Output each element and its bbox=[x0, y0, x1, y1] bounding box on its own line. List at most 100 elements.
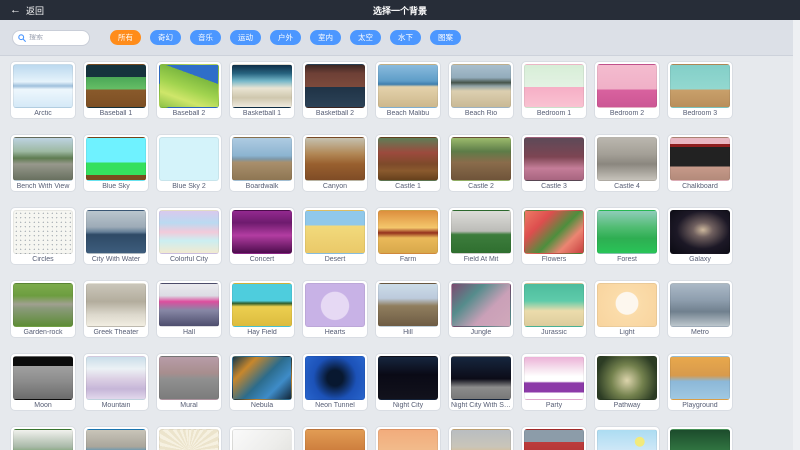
backdrop-grid: ArcticBaseball 1Baseball 2Basketball 1Ba… bbox=[0, 56, 800, 450]
backdrop-item-farm[interactable]: Farm bbox=[375, 207, 441, 265]
backdrop-item-castle-2[interactable]: Castle 2 bbox=[448, 134, 514, 192]
backdrop-item-light[interactable]: Light bbox=[594, 280, 660, 338]
backdrop-item-jurassic[interactable]: Jurassic bbox=[521, 280, 587, 338]
filter-chip-户外[interactable]: 户外 bbox=[270, 30, 301, 46]
backdrop-item-neon-tunnel[interactable]: Neon Tunnel bbox=[302, 353, 368, 411]
backdrop-item-soccer[interactable]: Soccer bbox=[667, 426, 733, 450]
backdrop-item-arctic[interactable]: Arctic bbox=[10, 61, 76, 119]
backdrop-item-bench-with-view[interactable]: Bench With View bbox=[10, 134, 76, 192]
backdrop-item-school[interactable]: School bbox=[521, 426, 587, 450]
backdrop-item-blue-sky[interactable]: Blue Sky bbox=[83, 134, 149, 192]
backdrop-item-flowers[interactable]: Flowers bbox=[521, 207, 587, 265]
backdrop-item-blue-sky-2[interactable]: Blue Sky 2 bbox=[156, 134, 222, 192]
backdrop-item-colorful-city[interactable]: Colorful City bbox=[156, 207, 222, 265]
backdrop-item-room-1[interactable]: Room 1 bbox=[302, 426, 368, 450]
back-button-label: 返回 bbox=[26, 4, 44, 17]
backdrop-item-hearts[interactable]: Hearts bbox=[302, 280, 368, 338]
backdrop-item-night-city-with-street[interactable]: Night City With Street bbox=[448, 353, 514, 411]
filter-chip-太空[interactable]: 太空 bbox=[350, 30, 381, 46]
filter-chip-室内[interactable]: 室内 bbox=[310, 30, 341, 46]
backdrop-name: Moon bbox=[13, 402, 73, 410]
backdrop-thumbnail bbox=[13, 356, 73, 400]
backdrop-thumbnail bbox=[524, 64, 584, 108]
backdrop-item-baseball-1[interactable]: Baseball 1 bbox=[83, 61, 149, 119]
backdrop-item-refrigerator[interactable]: Refrigerator bbox=[229, 426, 295, 450]
backdrop-item-playing-field[interactable]: Playing Field bbox=[10, 426, 76, 450]
search-input[interactable] bbox=[29, 34, 84, 41]
filter-chip-运动[interactable]: 运动 bbox=[230, 30, 261, 46]
backdrop-thumbnail bbox=[670, 283, 730, 327]
filter-chip-奇幻[interactable]: 奇幻 bbox=[150, 30, 181, 46]
backdrop-thumbnail bbox=[305, 137, 365, 181]
search-icon bbox=[18, 34, 26, 42]
backdrop-item-nebula[interactable]: Nebula bbox=[229, 353, 295, 411]
filter-chip-音乐[interactable]: 音乐 bbox=[190, 30, 221, 46]
backdrop-item-playground[interactable]: Playground bbox=[667, 353, 733, 411]
backdrop-item-hall[interactable]: Hall bbox=[156, 280, 222, 338]
backdrop-item-savanna[interactable]: Savanna bbox=[448, 426, 514, 450]
backdrop-item-bedroom-3[interactable]: Bedroom 3 bbox=[667, 61, 733, 119]
search-box[interactable] bbox=[12, 30, 90, 46]
backdrop-thumbnail bbox=[451, 137, 511, 181]
backdrop-thumbnail bbox=[524, 283, 584, 327]
backdrop-item-city-with-water[interactable]: City With Water bbox=[83, 207, 149, 265]
backdrop-item-baseball-2[interactable]: Baseball 2 bbox=[156, 61, 222, 119]
backdrop-thumbnail bbox=[13, 137, 73, 181]
backdrop-item-jungle[interactable]: Jungle bbox=[448, 280, 514, 338]
backdrop-item-rays[interactable]: Rays bbox=[156, 426, 222, 450]
backdrop-item-pathway[interactable]: Pathway bbox=[594, 353, 660, 411]
backdrop-item-desert[interactable]: Desert bbox=[302, 207, 368, 265]
backdrop-item-basketball-1[interactable]: Basketball 1 bbox=[229, 61, 295, 119]
filter-chip-水下[interactable]: 水下 bbox=[390, 30, 421, 46]
backdrop-item-field-at-mit[interactable]: Field At Mit bbox=[448, 207, 514, 265]
backdrop-thumbnail bbox=[378, 64, 438, 108]
backdrop-item-chalkboard[interactable]: Chalkboard bbox=[667, 134, 733, 192]
backdrop-item-moon[interactable]: Moon bbox=[10, 353, 76, 411]
backdrop-item-beach-rio[interactable]: Beach Rio bbox=[448, 61, 514, 119]
backdrop-item-mural[interactable]: Mural bbox=[156, 353, 222, 411]
backdrop-item-concert[interactable]: Concert bbox=[229, 207, 295, 265]
backdrop-item-galaxy[interactable]: Galaxy bbox=[667, 207, 733, 265]
backdrop-item-boardwalk[interactable]: Boardwalk bbox=[229, 134, 295, 192]
backdrop-item-greek-theater[interactable]: Greek Theater bbox=[83, 280, 149, 338]
backdrop-item-bedroom-2[interactable]: Bedroom 2 bbox=[594, 61, 660, 119]
backdrop-item-circles[interactable]: Circles bbox=[10, 207, 76, 265]
backdrop-name: Castle 1 bbox=[378, 183, 438, 191]
backdrop-item-bedroom-1[interactable]: Bedroom 1 bbox=[521, 61, 587, 119]
backdrop-thumbnail bbox=[232, 429, 292, 450]
backdrop-thumbnail bbox=[378, 137, 438, 181]
backdrop-item-forest[interactable]: Forest bbox=[594, 207, 660, 265]
backdrop-item-hill[interactable]: Hill bbox=[375, 280, 441, 338]
backdrop-thumbnail bbox=[597, 137, 657, 181]
backdrop-item-garden-rock[interactable]: Garden-rock bbox=[10, 280, 76, 338]
backdrop-item-hay-field[interactable]: Hay Field bbox=[229, 280, 295, 338]
backdrop-item-castle-4[interactable]: Castle 4 bbox=[594, 134, 660, 192]
backdrop-thumbnail bbox=[524, 356, 584, 400]
backdrop-item-castle-3[interactable]: Castle 3 bbox=[521, 134, 587, 192]
backdrop-name: Pathway bbox=[597, 402, 657, 410]
backdrop-item-slopes[interactable]: Slopes bbox=[594, 426, 660, 450]
backdrop-item-beach-malibu[interactable]: Beach Malibu bbox=[375, 61, 441, 119]
backdrop-thumbnail bbox=[378, 356, 438, 400]
backdrop-item-night-city[interactable]: Night City bbox=[375, 353, 441, 411]
backdrop-item-canyon[interactable]: Canyon bbox=[302, 134, 368, 192]
backdrop-item-room-2[interactable]: Room 2 bbox=[375, 426, 441, 450]
backdrop-item-metro[interactable]: Metro bbox=[667, 280, 733, 338]
backdrop-item-castle-1[interactable]: Castle 1 bbox=[375, 134, 441, 192]
backdrop-name: Hay Field bbox=[232, 329, 292, 337]
backdrop-name: Canyon bbox=[305, 183, 365, 191]
backdrop-item-mountain[interactable]: Mountain bbox=[83, 353, 149, 411]
backdrop-item-party[interactable]: Party bbox=[521, 353, 587, 411]
filter-chip-所有[interactable]: 所有 bbox=[110, 30, 141, 46]
backdrop-thumbnail bbox=[670, 210, 730, 254]
back-button[interactable]: ← 返回 bbox=[10, 4, 44, 17]
filter-chip-图案[interactable]: 图案 bbox=[430, 30, 461, 46]
backdrop-item-pool[interactable]: Pool bbox=[83, 426, 149, 450]
backdrop-name: Light bbox=[597, 329, 657, 337]
scrollbar-track[interactable] bbox=[793, 20, 800, 450]
backdrop-name: Mountain bbox=[86, 402, 146, 410]
backdrop-item-basketball-2[interactable]: Basketball 2 bbox=[302, 61, 368, 119]
backdrop-name: Metro bbox=[670, 329, 730, 337]
backdrop-thumbnail bbox=[159, 283, 219, 327]
backdrop-thumbnail bbox=[305, 356, 365, 400]
